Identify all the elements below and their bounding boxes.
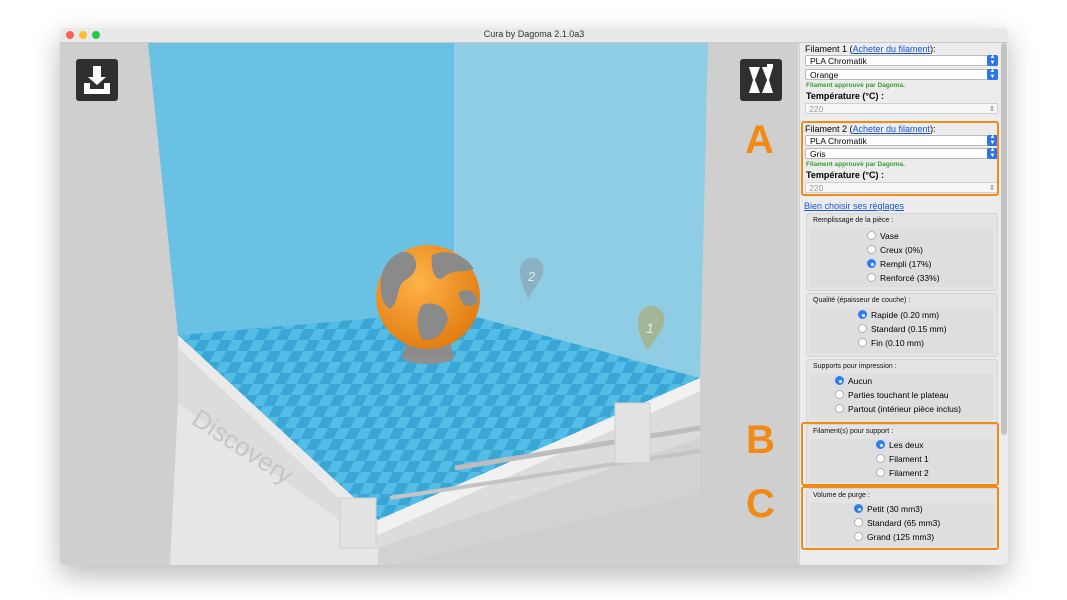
select-arrows-icon: ▲ ▼ <box>987 54 998 66</box>
filament-1-approved-note: Filament approuvé par Dagoma. <box>806 82 905 89</box>
load-model-button[interactable] <box>76 59 118 101</box>
window-title: Cura by Dagoma 2.1.0a3 <box>483 29 585 39</box>
quality-title: Qualité (épaisseur de couche) : <box>813 297 911 304</box>
build-volume-scene: Discovery 2 1 <box>60 43 798 565</box>
stepper-icon: ⇕ <box>989 106 995 113</box>
quality-group: Qualité (épaisseur de couche) : Rapide (… <box>806 293 998 357</box>
app-window: Cura by Dagoma 2.1.0a3 Discovery 2 1 Fil… <box>60 28 1008 565</box>
supports-group: Supports pour impression : Aucun Parties… <box>806 359 998 423</box>
settings-help-link[interactable]: Bien choisir ses réglages <box>804 201 904 211</box>
view-mode-icon <box>749 64 773 93</box>
supports-title: Supports pour impression : <box>813 363 897 370</box>
filament-1-material-select[interactable]: PLA Chromatik ▲ ▼ <box>805 54 998 66</box>
3d-viewport[interactable]: Discovery 2 1 <box>60 43 798 565</box>
highlight-box-c <box>801 486 999 550</box>
filament-1-temp-input[interactable]: 220 ⇕ <box>805 103 998 114</box>
settings-panel: Filament 1 (Acheter du filament): PLA Ch… <box>799 43 1008 565</box>
view-mode-button[interactable] <box>740 59 782 101</box>
filament-1-color-select[interactable]: Orange ▲ ▼ <box>805 68 998 80</box>
infill-title: Remplissage de la pièce : <box>813 217 894 224</box>
svg-text:1: 1 <box>646 320 654 336</box>
annotation-b: B <box>746 418 775 462</box>
infill-group: Remplissage de la pièce : Vase Creux (0%… <box>806 213 998 291</box>
load-icon <box>84 66 110 94</box>
annotation-c: C <box>746 482 775 526</box>
highlight-box-a <box>801 121 999 196</box>
title-bar: Cura by Dagoma 2.1.0a3 <box>60 28 1008 43</box>
filament-1-buy-link[interactable]: Acheter du filament <box>853 44 931 54</box>
svg-text:2: 2 <box>527 269 536 284</box>
panel-scrollbar[interactable] <box>1001 43 1007 435</box>
highlight-box-b <box>801 422 999 486</box>
filament-1-temp-label: Température (°C) : <box>806 91 884 101</box>
filament-1-header: Filament 1 (Acheter du filament): <box>805 44 936 54</box>
select-arrows-icon: ▲ ▼ <box>987 68 998 80</box>
annotation-a: A <box>745 118 774 162</box>
